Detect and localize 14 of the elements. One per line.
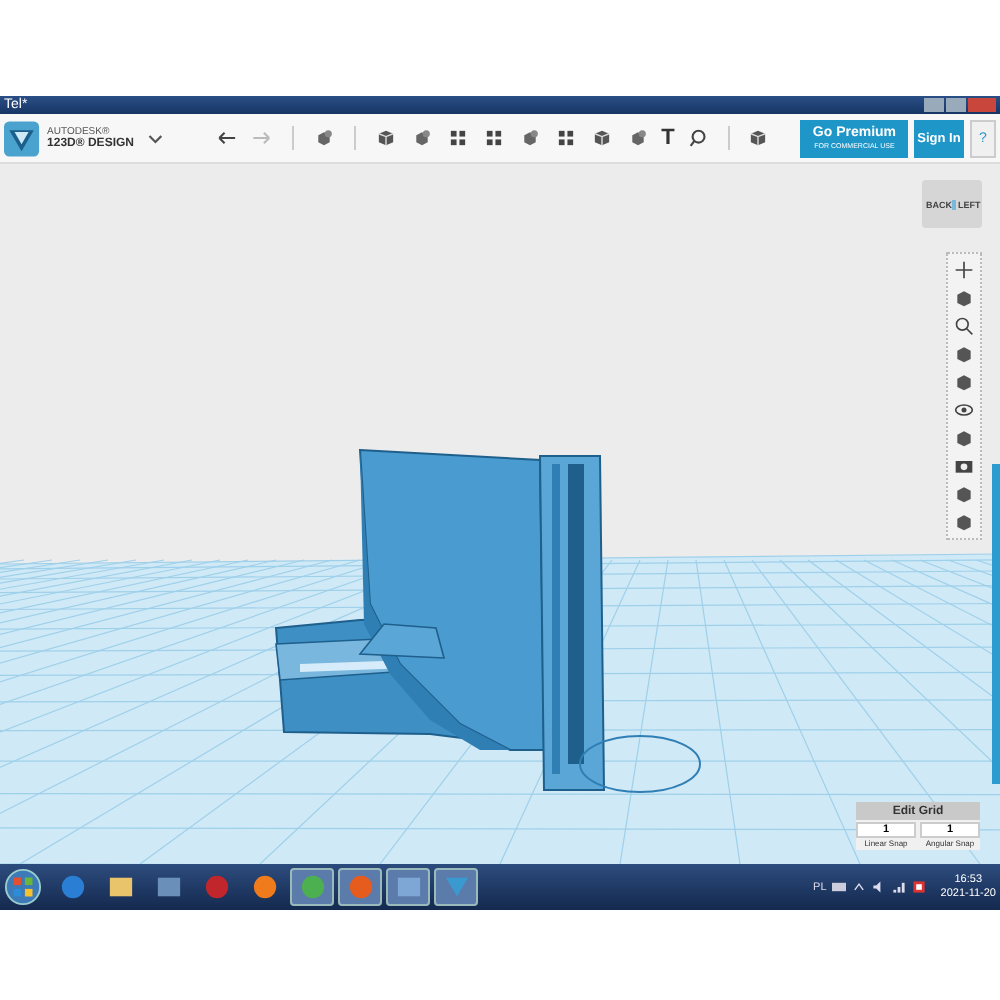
folder-icon <box>107 874 133 900</box>
scrollbar[interactable] <box>992 464 1000 784</box>
signal-icon[interactable] <box>892 880 907 894</box>
chevron-down-icon[interactable] <box>147 133 163 143</box>
keyboard-icon[interactable] <box>832 880 847 894</box>
text-tool[interactable]: T <box>661 126 675 150</box>
camera-icon[interactable] <box>954 456 974 476</box>
logo-icon <box>4 119 40 157</box>
measure-icon[interactable] <box>688 128 708 148</box>
undo-icon[interactable] <box>218 128 237 148</box>
eye-icon[interactable] <box>954 400 974 420</box>
pan-icon[interactable] <box>954 260 974 280</box>
start-orb-icon[interactable] <box>4 868 42 906</box>
zoom-icon[interactable] <box>954 316 974 336</box>
